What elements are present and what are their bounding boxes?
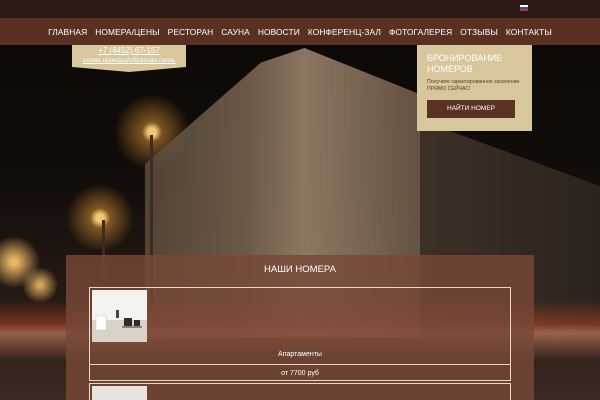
nav-item-photo-gallery[interactable]: ФОТОГАЛЕРЕЯ [389, 27, 452, 37]
room-card[interactable]: Апартаменты от 7700 руб [89, 287, 511, 381]
find-room-button[interactable]: НАЙТИ НОМЕР [427, 100, 515, 118]
room-photo-image [92, 290, 147, 342]
room-price: от 7700 руб [281, 370, 319, 377]
booking-subtitle: Получите гарантированное заселение ПРЯМО… [427, 79, 520, 92]
main-navigation: ГЛАВНАЯ НОМЕРА/ЦЕНЫ РЕСТОРАН САУНА НОВОС… [0, 18, 600, 45]
contact-ribbon: +7 (8452) 67-157 схема проезда/обратная … [72, 45, 186, 67]
directions-link[interactable]: схема проезда/обратная связь [72, 56, 186, 66]
top-bar [0, 0, 600, 18]
rooms-section: НАШИ НОМЕРА Апартаменты от 7700 руб [66, 255, 534, 400]
room-name: Апартаменты [278, 351, 322, 358]
nav-item-reviews[interactable]: ОТЗЫВЫ [460, 27, 498, 37]
booking-panel: БРОНИРОВАНИЕ НОМЕРОВ Получите гарантиров… [417, 45, 532, 131]
nav-item-news[interactable]: НОВОСТИ [258, 27, 300, 37]
rooms-section-title: НАШИ НОМЕРА [264, 264, 336, 275]
booking-title: БРОНИРОВАНИЕ НОМЕРОВ [427, 53, 503, 74]
room-photo[interactable] [92, 290, 147, 342]
nav-item-restaurant[interactable]: РЕСТОРАН [168, 27, 214, 37]
room-card[interactable] [89, 383, 511, 400]
room-photo[interactable] [92, 386, 147, 400]
nav-item-rooms-prices[interactable]: НОМЕРА/ЦЕНЫ [95, 27, 159, 37]
nav-item-home[interactable]: ГЛАВНАЯ [48, 27, 87, 37]
phone-link[interactable]: +7 (8452) 67-157 [72, 45, 186, 56]
nav-item-contacts[interactable]: КОНТАКТЫ [506, 27, 552, 37]
russian-flag-icon[interactable] [520, 5, 528, 11]
nav-item-sauna[interactable]: САУНА [221, 27, 250, 37]
nav-item-conference-hall[interactable]: КОНФЕРЕНЦ-ЗАЛ [308, 27, 381, 37]
room-card-divider [90, 364, 510, 365]
